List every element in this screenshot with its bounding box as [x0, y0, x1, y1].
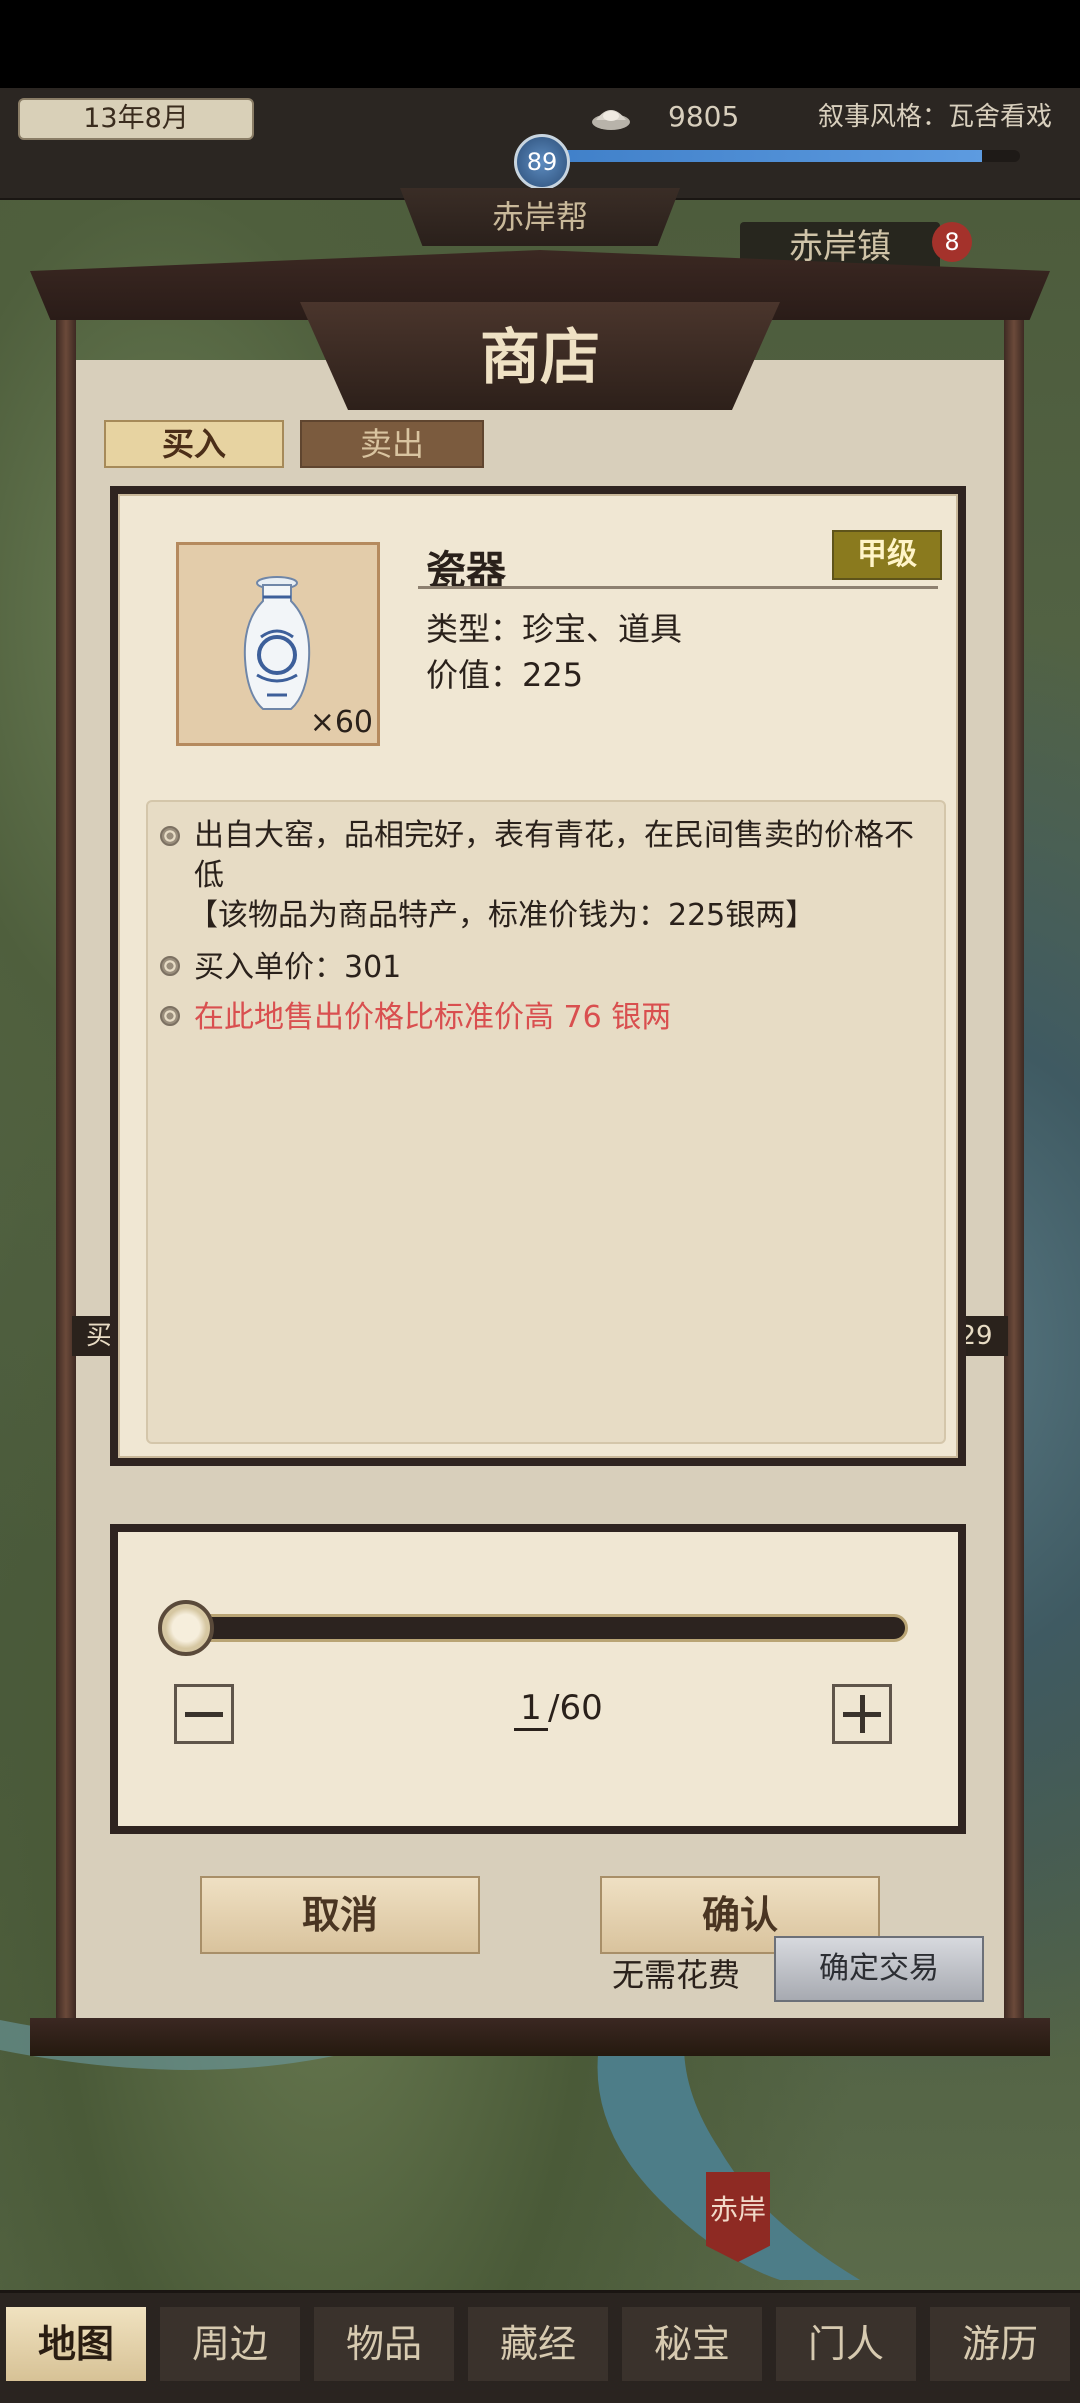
increase-quantity-button[interactable] [832, 1684, 892, 1744]
town-count-badge: 8 [932, 222, 972, 262]
nav-surroundings[interactable]: 周边 [160, 2307, 300, 2381]
quantity-panel: 1 /60 [110, 1524, 966, 1834]
silver-ingot-icon [592, 110, 630, 130]
minus-icon [185, 1712, 223, 1717]
gate-post-left [56, 310, 76, 2030]
quantity-panel-body: 1 /60 [118, 1532, 958, 1826]
decrease-quantity-button[interactable] [174, 1684, 234, 1744]
item-quantity-badge: ×60 [309, 705, 373, 740]
cancel-button[interactable]: 取消 [200, 1876, 480, 1954]
town-flag-marker[interactable]: 赤岸 [706, 2172, 770, 2262]
quantity-slider-handle[interactable] [158, 1600, 214, 1656]
level-badge[interactable]: 89 [514, 134, 570, 190]
item-detail-body: ×60 瓷器 甲级 类型：珍宝、道具 价值：225 出自大窑，品相完好，表有青花… [118, 494, 958, 1458]
nav-travel[interactable]: 游历 [930, 2307, 1070, 2381]
nav-secret-treasures[interactable]: 秘宝 [622, 2307, 762, 2381]
bullet-icon [160, 956, 180, 976]
porcelain-vase-icon [243, 576, 311, 710]
shop-title: 商店 [480, 323, 600, 393]
gate-post-right [1004, 310, 1024, 2030]
bottom-navigation: 地图 周边 物品 藏经 秘宝 门人 游历 [0, 2290, 1080, 2403]
item-description-box: 出自大窑，品相完好，表有青花，在民间售卖的价格不低 【该物品为商品特产，标准价钱… [146, 800, 946, 1444]
grade-badge: 甲级 [832, 530, 942, 580]
experience-bar [540, 150, 1020, 162]
date-display: 13年8月 [18, 98, 254, 140]
bullet-icon [160, 1006, 180, 1026]
quantity-total: /60 [548, 1688, 603, 1728]
item-standard-price-note: 【该物品为商品特产，标准价钱为：225银两】 [188, 898, 816, 933]
buy-unit-price: 买入单价：301 [194, 950, 402, 985]
nav-map[interactable]: 地图 [6, 2307, 146, 2381]
cost-label: 无需花费 [612, 1956, 741, 1994]
experience-bar-fill [540, 150, 982, 162]
nav-items[interactable]: 物品 [314, 2307, 454, 2381]
top-status-bar: 13年8月 9805 叙事风格：瓦舍看戏 89 [0, 88, 1080, 202]
sect-banner[interactable]: 赤岸帮 [400, 188, 680, 246]
item-description: 出自大窑，品相完好，表有青花，在民间售卖的价格不低 [194, 818, 914, 893]
quantity-slider[interactable] [162, 1614, 908, 1642]
bullet-icon [160, 826, 180, 846]
narrative-style-label[interactable]: 叙事风格：瓦舍看戏 [818, 98, 1052, 136]
confirm-trade-button[interactable]: 确定交易 [774, 1936, 984, 2002]
item-thumbnail: ×60 [176, 542, 380, 746]
item-type: 类型：珍宝、道具 [426, 610, 683, 648]
quantity-current[interactable]: 1 [514, 1688, 548, 1731]
tab-sell[interactable]: 卖出 [300, 420, 484, 468]
item-value: 价值：225 [426, 656, 584, 694]
nav-disciples[interactable]: 门人 [776, 2307, 916, 2381]
sale-premium-text: 在此地售出价格比标准价高 76 银两 [194, 1000, 672, 1035]
silver-amount: 9805 [668, 100, 740, 133]
gate-base [30, 2018, 1050, 2056]
tab-buy[interactable]: 买入 [104, 420, 284, 468]
divider [418, 586, 938, 589]
item-detail-card: ×60 瓷器 甲级 类型：珍宝、道具 价值：225 出自大窑，品相完好，表有青花… [110, 486, 966, 1466]
nav-scriptures[interactable]: 藏经 [468, 2307, 608, 2381]
